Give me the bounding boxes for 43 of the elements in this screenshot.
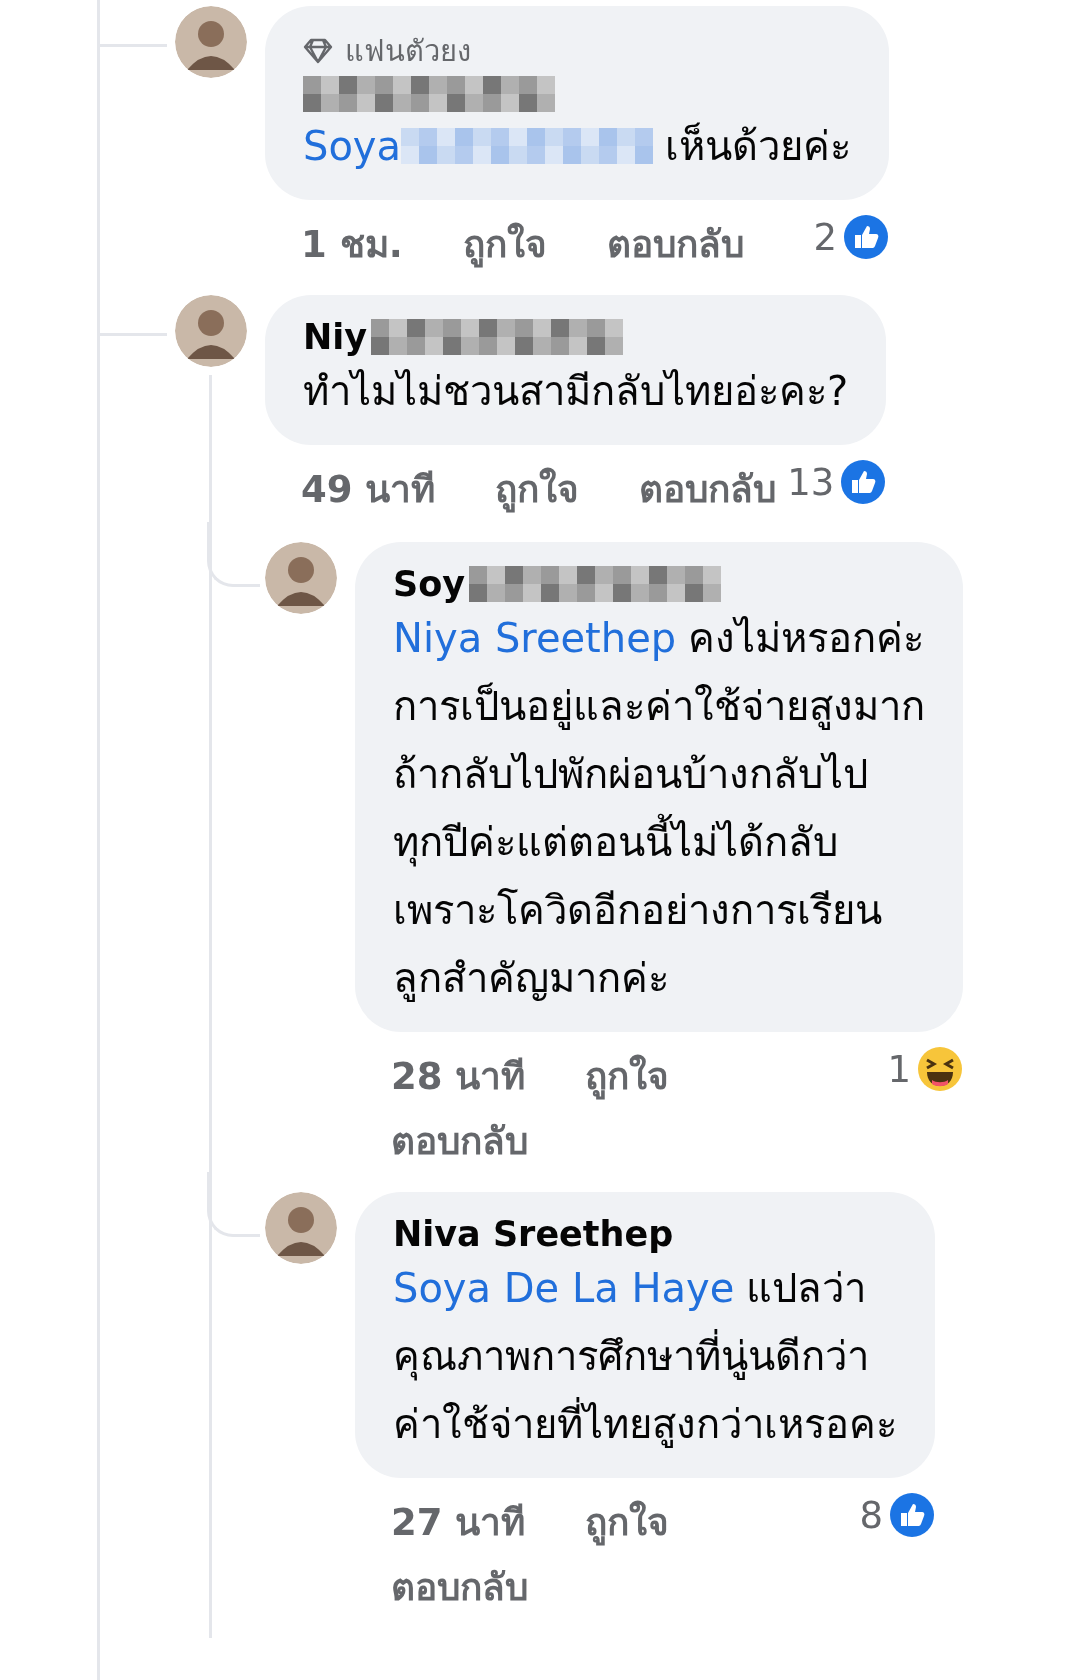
reply-link[interactable]: ตอบกลับ (391, 1557, 528, 1616)
comment-text: คงไม่หรอกค่ะ (688, 614, 925, 663)
timestamp: 1 ชม. (301, 222, 403, 268)
comment-text: แปลว่า (746, 1264, 867, 1313)
reaction-count: 8 (859, 1493, 883, 1537)
avatar[interactable] (265, 1192, 337, 1264)
comment-text: การเป็นอยู่และค่าใช้จ่ายสูงมาก (393, 681, 925, 732)
reaction-count: 1 (887, 1047, 911, 1091)
comment-text: เพราะโควิดอีกอย่างการเรียน (393, 886, 882, 935)
avatar[interactable] (265, 542, 337, 614)
comment-text: เห็นด้วยค่ะ (665, 121, 852, 171)
avatar[interactable] (175, 295, 247, 367)
reply-link[interactable]: ตอบกลับ (606, 214, 744, 273)
diamond-icon (303, 38, 333, 64)
like-icon (843, 214, 890, 260)
author-name[interactable]: Niva Sreethep (393, 1214, 674, 1254)
mention-link[interactable]: Soya De La Haye (393, 1254, 735, 1322)
like-link[interactable]: ถูกใจ (585, 1492, 670, 1551)
like-icon (840, 459, 887, 505)
comment-text: คุณภาพการศึกษาที่นู่นดีกว่า (393, 1322, 869, 1390)
comment-text: ค่าใช้จ่ายที่ไทยสูงกว่าเหรอคะ (393, 1390, 897, 1458)
author-name[interactable]: Soy (393, 564, 466, 604)
reaction-count: 13 (787, 460, 835, 504)
like-icon (889, 1492, 935, 1538)
laughing-emoji-icon (917, 1046, 963, 1092)
timestamp: 49 นาที (301, 467, 436, 513)
like-link[interactable]: ถูกใจ (495, 459, 580, 518)
author-name[interactable]: Niy (303, 317, 368, 357)
like-link[interactable]: ถูกใจ (462, 214, 547, 273)
avatar[interactable] (175, 6, 247, 78)
timestamp: 28 นาที (391, 1054, 526, 1100)
mention-link[interactable]: Niya Sreethep (393, 604, 677, 672)
comment-text: ทุกปีค่ะแต่ตอนนี้ไม่ได้กลับ (393, 808, 838, 876)
mention-link[interactable]: Soya (303, 112, 402, 180)
comment-text: ลูกสำคัญมากค่ะ (393, 954, 669, 1004)
like-link[interactable]: ถูกใจ (585, 1046, 670, 1105)
reply-link[interactable]: ตอบกลับ (391, 1111, 528, 1170)
reply-link[interactable]: ตอบกลับ (639, 459, 777, 518)
comment-text: ทำไมไม่ชวนสามีกลับไทยอ่ะคะ? (303, 367, 849, 416)
badge-label: แฟนตัวยง (345, 33, 471, 70)
timestamp: 27 นาที (391, 1500, 526, 1546)
comment-text: ถ้ากลับไปพักผ่อนบ้างกลับไป (393, 750, 868, 799)
reaction-count: 2 (813, 215, 838, 259)
